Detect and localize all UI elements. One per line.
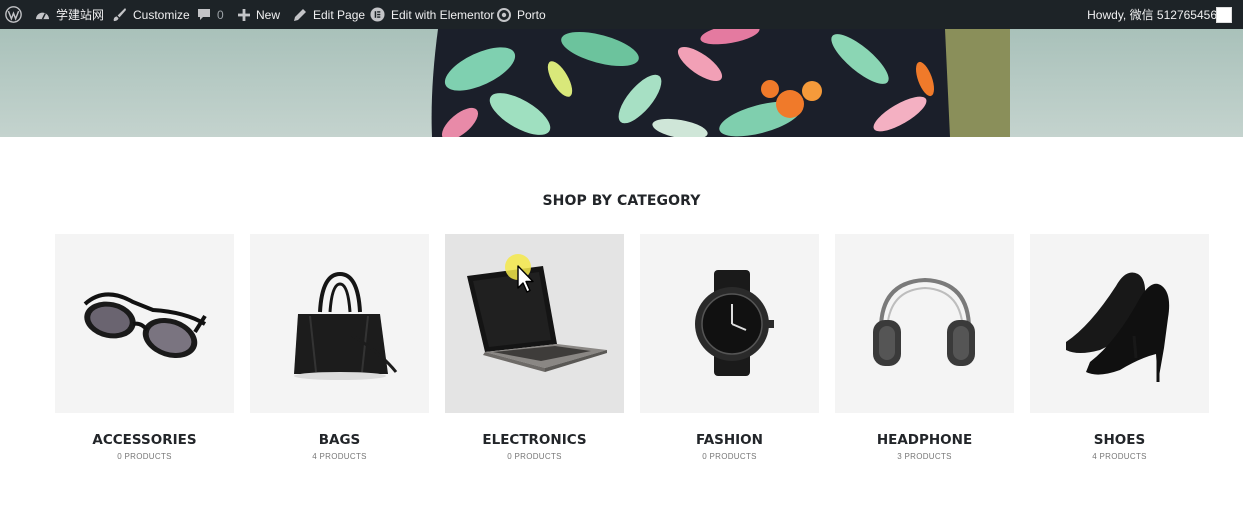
category-image[interactable] bbox=[250, 234, 429, 413]
edit-page-link[interactable]: Edit Page bbox=[293, 0, 365, 29]
category-card-fashion[interactable]: FASHION 0 PRODUCTS bbox=[640, 234, 819, 464]
wordpress-logo-button[interactable] bbox=[5, 0, 22, 29]
category-card-shoes[interactable]: SHOES 4 PRODUCTS bbox=[1030, 234, 1209, 464]
edit-elementor-label: Edit with Elementor bbox=[391, 7, 495, 22]
headphone-icon bbox=[873, 277, 975, 366]
pencil-icon bbox=[293, 8, 307, 22]
category-name[interactable]: ACCESSORIES bbox=[55, 432, 234, 448]
category-card-electronics[interactable]: ELECTRONICS 0 PRODUCTS bbox=[445, 234, 624, 464]
new-content-link[interactable]: New bbox=[238, 0, 280, 29]
comments-count: 0 bbox=[217, 7, 224, 22]
site-name-link[interactable]: 学建站网 bbox=[35, 0, 104, 29]
porto-icon bbox=[497, 7, 511, 22]
elementor-icon bbox=[370, 7, 385, 22]
sunglasses-icon bbox=[83, 292, 207, 359]
floral-dress-image bbox=[0, 29, 1243, 137]
category-product-count: 0 PRODUCTS bbox=[702, 452, 757, 461]
comments-link[interactable]: 0 bbox=[197, 0, 224, 29]
howdy-label: Howdy, 微信 512765456 bbox=[1087, 8, 1217, 22]
plus-icon bbox=[238, 8, 250, 21]
comment-bubble-icon bbox=[197, 8, 211, 21]
customize-link[interactable]: Customize bbox=[112, 0, 190, 29]
high-heels-icon bbox=[1066, 272, 1170, 382]
avatar[interactable] bbox=[1216, 7, 1232, 23]
category-image[interactable] bbox=[1030, 234, 1209, 413]
my-account-link[interactable]: Howdy, 微信 512765456 bbox=[1087, 0, 1217, 29]
category-image[interactable] bbox=[55, 234, 234, 413]
laptop-icon bbox=[467, 266, 607, 372]
porto-label: Porto bbox=[517, 7, 546, 22]
category-name[interactable]: FASHION bbox=[640, 432, 819, 448]
category-product-count: 0 PRODUCTS bbox=[117, 452, 172, 461]
category-product-count: 0 PRODUCTS bbox=[507, 452, 562, 461]
category-card-bags[interactable]: BAGS 4 PRODUCTS bbox=[250, 234, 429, 464]
watch-icon bbox=[695, 270, 774, 376]
section-title: SHOP BY CATEGORY bbox=[542, 193, 701, 209]
category-name[interactable]: ELECTRONICS bbox=[445, 432, 624, 448]
category-card-headphone[interactable]: HEADPHONE 3 PRODUCTS bbox=[835, 234, 1014, 464]
dashboard-icon bbox=[35, 8, 50, 21]
category-name[interactable]: HEADPHONE bbox=[835, 432, 1014, 448]
category-product-count: 4 PRODUCTS bbox=[1092, 452, 1147, 461]
category-product-count: 3 PRODUCTS bbox=[897, 452, 952, 461]
category-product-count: 4 PRODUCTS bbox=[312, 452, 367, 461]
hero-banner bbox=[0, 29, 1243, 137]
edit-page-label: Edit Page bbox=[313, 7, 366, 22]
handbag-icon bbox=[294, 271, 398, 380]
new-label: New bbox=[256, 7, 281, 22]
site-name-label: 学建站网 bbox=[56, 8, 105, 22]
category-card-accessories[interactable]: ACCESSORIES 0 PRODUCTS bbox=[55, 234, 234, 464]
edit-elementor-link[interactable]: Edit with Elementor bbox=[370, 0, 494, 29]
wordpress-icon bbox=[5, 6, 22, 23]
customize-label: Customize bbox=[133, 7, 190, 22]
category-name[interactable]: SHOES bbox=[1030, 432, 1209, 448]
category-image[interactable] bbox=[835, 234, 1014, 413]
category-image[interactable] bbox=[640, 234, 819, 413]
porto-theme-link[interactable]: Porto bbox=[497, 0, 546, 29]
category-name[interactable]: BAGS bbox=[250, 432, 429, 448]
admin-bar: 学建站网 Customize 0 New Edit Page Edit with… bbox=[0, 0, 1243, 29]
brush-icon bbox=[112, 7, 127, 22]
category-image[interactable] bbox=[445, 234, 624, 413]
